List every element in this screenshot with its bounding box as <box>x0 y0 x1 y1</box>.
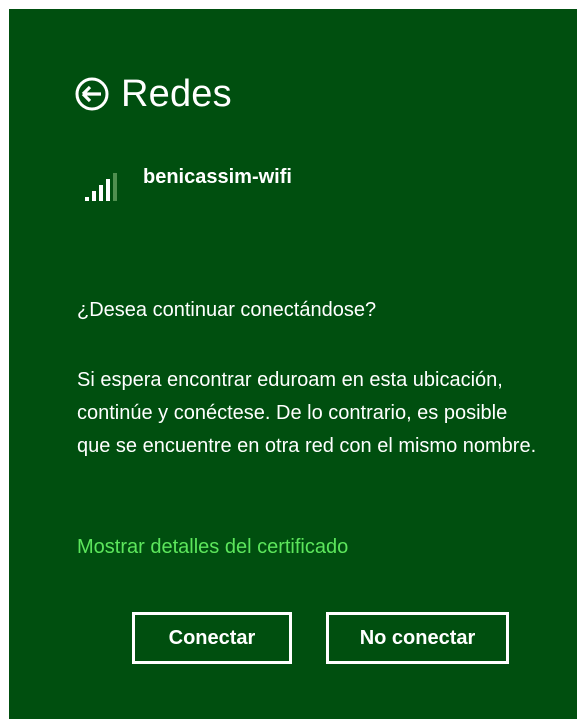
connect-description: Si espera encontrar eduroam en esta ubic… <box>77 369 537 457</box>
network-row: benicassim-wifi <box>85 167 292 203</box>
connect-button[interactable]: Conectar <box>132 612 292 664</box>
page-title: Redes <box>121 73 232 115</box>
network-flyout: Redes benicassim-wifi ¿Desea continuar c… <box>9 9 577 719</box>
back-arrow-circle-icon[interactable] <box>75 77 109 111</box>
no-connect-button[interactable]: No conectar <box>326 612 509 664</box>
show-certificate-link[interactable]: Mostrar detalles del certificado <box>77 536 348 559</box>
network-name: benicassim-wifi <box>143 166 292 188</box>
connect-question: ¿Desea continuar conectándose? <box>77 299 377 321</box>
header: Redes <box>75 75 232 113</box>
wifi-signal-bars-icon <box>85 173 117 201</box>
